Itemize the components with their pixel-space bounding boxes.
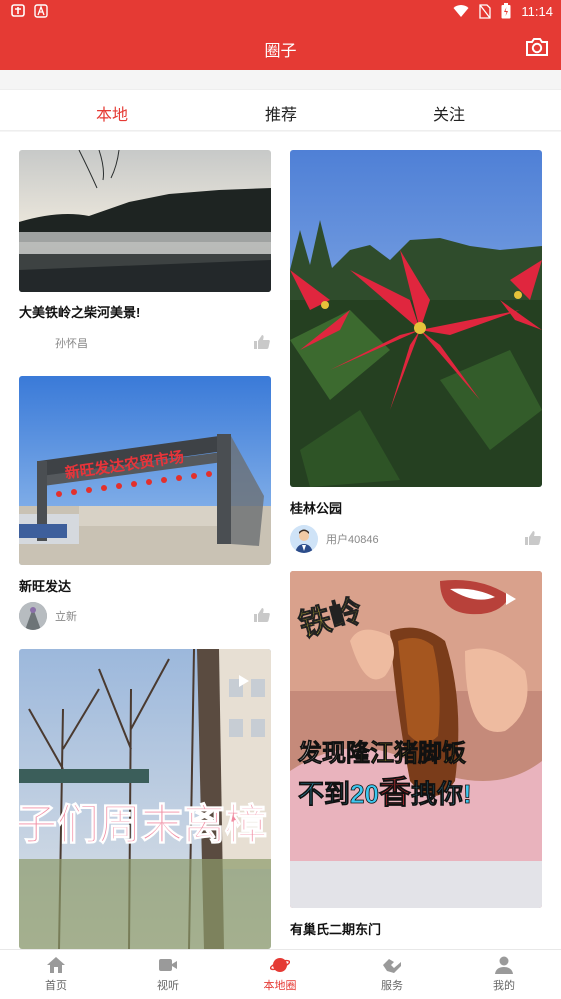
status-right-icons: 11:14 bbox=[453, 3, 553, 19]
post-author[interactable]: 孙怀昌 bbox=[19, 329, 88, 357]
like-icon[interactable] bbox=[253, 334, 271, 350]
battery-icon bbox=[501, 3, 511, 19]
video-text-fragment: 隆江猪脚饭 bbox=[346, 739, 466, 767]
nav-profile[interactable]: 我的 bbox=[464, 956, 544, 993]
nav-service[interactable]: 服务 bbox=[352, 956, 432, 993]
post-card[interactable]: 桂林公园 用户40846 bbox=[290, 150, 542, 555]
nav-local-circle[interactable]: 本地圈 bbox=[240, 956, 320, 993]
nav-label: 我的 bbox=[493, 980, 515, 992]
app-header: 圈子 bbox=[0, 24, 561, 70]
nav-label: 首页 bbox=[45, 980, 67, 992]
notification-app-icon bbox=[11, 4, 25, 17]
post-image-food-video: 铁岭 发现隆江猪脚饭 不到20香拽你! bbox=[290, 571, 542, 908]
nav-label: 本地圈 bbox=[263, 980, 297, 992]
nav-label: 视听 bbox=[157, 980, 179, 992]
post-author[interactable]: 用户40846 bbox=[290, 525, 379, 553]
avatar bbox=[19, 329, 47, 357]
video-text-fragment: 香 bbox=[379, 774, 411, 810]
like-icon[interactable] bbox=[524, 530, 542, 546]
service-icon bbox=[383, 959, 401, 973]
post-title: 桂林公园 bbox=[290, 501, 343, 516]
wifi-icon bbox=[453, 5, 469, 18]
bottom-nav: 首页 视听 本地圈 服务 我的 bbox=[0, 949, 561, 999]
author-name: 立新 bbox=[55, 611, 77, 623]
post-author[interactable]: 立新 bbox=[19, 602, 77, 630]
nav-label: 服务 bbox=[381, 980, 403, 992]
post-image-flowers bbox=[290, 150, 542, 487]
app-a-icon bbox=[34, 4, 48, 18]
profile-icon bbox=[495, 956, 513, 974]
status-time: 11:14 bbox=[521, 3, 553, 19]
post-image-trees-video: 子们周末离樟 bbox=[19, 649, 271, 949]
tab-local[interactable]: 本地 bbox=[96, 101, 128, 125]
camera-icon[interactable] bbox=[525, 37, 549, 57]
page-title: 圈子 bbox=[264, 43, 297, 60]
tab-following[interactable]: 关注 bbox=[433, 101, 465, 125]
avatar bbox=[19, 602, 47, 630]
video-overlay-text: 子们周末离樟 bbox=[19, 801, 267, 848]
post-title: 有巢氏二期东门 bbox=[290, 922, 382, 937]
like-icon[interactable] bbox=[253, 607, 271, 623]
author-name: 用户40846 bbox=[326, 534, 379, 546]
post-title: 大美铁岭之柴河美景! bbox=[19, 305, 141, 320]
planet-icon bbox=[270, 958, 290, 972]
post-image-market: 新旺发达农贸市场 bbox=[19, 376, 271, 565]
post-card[interactable]: 大美铁岭之柴河美景! 孙怀昌 bbox=[19, 150, 271, 360]
feed-tabs: 本地 推荐 关注 bbox=[0, 89, 561, 131]
home-icon bbox=[47, 957, 65, 973]
video-text-fragment: 拽你! bbox=[411, 779, 472, 809]
tab-recommended[interactable]: 推荐 bbox=[265, 101, 297, 125]
post-image-lake bbox=[19, 150, 271, 292]
no-sim-icon bbox=[479, 3, 492, 19]
post-feed: 大美铁岭之柴河美景! 孙怀昌 桂林公园 用户40846 新旺发达农贸市场 新旺发… bbox=[0, 132, 561, 949]
svg-text:发现隆江猪脚饭: 发现隆江猪脚饭 bbox=[297, 739, 466, 767]
video-text-fragment: 发现 bbox=[297, 739, 346, 767]
video-icon bbox=[159, 959, 177, 971]
nav-video[interactable]: 视听 bbox=[128, 956, 208, 993]
author-name: 孙怀昌 bbox=[55, 338, 88, 350]
post-title: 新旺发达 bbox=[19, 579, 72, 594]
post-card[interactable]: 新旺发达农贸市场 新旺发达 立新 bbox=[19, 376, 271, 632]
svg-text:不到20香拽你!: 不到20香拽你! bbox=[298, 774, 472, 810]
video-text-fragment: 不到20 bbox=[298, 779, 379, 809]
avatar bbox=[290, 525, 318, 553]
status-left-icons bbox=[10, 3, 48, 19]
post-card[interactable]: 子们周末离樟 bbox=[19, 649, 271, 949]
status-bar: 11:14 bbox=[0, 0, 561, 24]
nav-home[interactable]: 首页 bbox=[16, 956, 96, 993]
post-card[interactable]: 铁岭 发现隆江猪脚饭 不到20香拽你! 有巢氏二期东门 bbox=[290, 571, 542, 937]
